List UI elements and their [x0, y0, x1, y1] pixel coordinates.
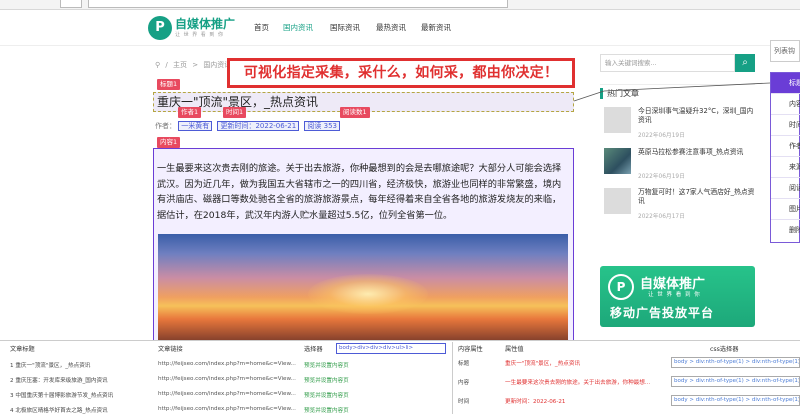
row-preview-button[interactable]: 预览并设置内容页 [304, 406, 444, 414]
field-item-delete[interactable]: 删除 [771, 220, 800, 241]
attr-name: 内容 [458, 380, 470, 386]
attr-value: 更新时间：2022-06-21 [505, 399, 566, 405]
hot-article-title[interactable]: 今日深圳事气温疑升32°C，深圳_国内资讯 [638, 107, 756, 125]
row-preview-button[interactable]: 预览并设置内容页 [304, 391, 444, 399]
time-field-tag: 时间1 [223, 107, 247, 118]
row-title[interactable]: 2 重庆压塞：开发库来级旅游_国内资讯 [10, 376, 150, 384]
toolbar-button[interactable] [60, 0, 82, 8]
hot-article-title[interactable]: 万物复可时！这7家人气酒店好_热点资讯 [638, 188, 756, 206]
header-css-selector: css选择器 [710, 346, 739, 353]
header-selector: 选择器 [304, 346, 323, 353]
hot-article-title[interactable]: 英原马拉松参赛注意事项_热点资讯 [638, 148, 756, 157]
ad-headline: 移动广告投放平台 [610, 306, 715, 320]
field-item-title[interactable]: 标题 [771, 73, 800, 94]
row-title[interactable]: 3 中国重庆第十届博影旅游节发_热点资讯 [10, 391, 150, 399]
hot-article-date: 2022年06月19日 [638, 174, 685, 180]
field-item-image[interactable]: 图片 [771, 199, 800, 220]
row-title[interactable]: 1 重庆一"顶流"景区，_热点资讯 [10, 361, 150, 369]
list-selector-input[interactable]: body>div>div>div>ul>li> [336, 343, 446, 354]
site-logo-text[interactable]: 自媒体推广 [175, 15, 235, 32]
views-field-tag: 阅读数1 [340, 107, 370, 118]
field-item-views[interactable]: 阅读 [771, 178, 800, 199]
field-item-source[interactable]: 来源 [771, 157, 800, 178]
ad-banner[interactable]: P 自媒体推广 让 世 界 看 到 你 移动广告投放平台 [600, 266, 755, 327]
site-logo-subtitle: 让 世 界 看 到 你 [175, 32, 224, 38]
row-link[interactable]: http://feijseo.com/index.php?m=home&c=Vi… [158, 376, 298, 382]
author-field-tag: 作者1 [178, 107, 202, 118]
css-selector-input[interactable]: body > div:nth-of-type(1) > div:nth-of-t… [671, 395, 800, 406]
author-value[interactable]: 一米黄有 [178, 121, 213, 131]
breadcrumb: ⚲ / 主页 > 国内资讯 [155, 61, 232, 69]
header-article-link: 文章链接 [158, 346, 183, 353]
css-selector-input[interactable]: body > div:nth-of-type(1) > div:nth-of-t… [671, 357, 800, 368]
row-preview-button[interactable]: 预览并设置内容页 [304, 361, 444, 369]
promo-banner: 可视化指定采集，采什么，如何采，都由你决定！ [227, 58, 575, 88]
hot-article-date: 2022年06月19日 [638, 133, 685, 139]
row-link[interactable]: http://feijseo.com/index.php?m=home&c=Vi… [158, 391, 298, 397]
ad-logo-icon: P [608, 274, 634, 300]
nav-domestic-news[interactable]: 国内资讯 [283, 22, 313, 33]
hot-article-item[interactable]: 英原马拉松参赛注意事项_热点资讯 2022年06月19日 [604, 148, 756, 186]
row-title[interactable]: 4 北极旅区晴格华好首去之路_热点资讯 [10, 406, 150, 414]
row-preview-button[interactable]: 预览并设置内容页 [304, 376, 444, 384]
header-content-attr: 内容属性 [458, 346, 483, 353]
row-link[interactable]: http://feijseo.com/index.php?m=home&c=Vi… [158, 406, 298, 412]
title-field-tag: 标题1 [157, 79, 181, 90]
css-selector-input[interactable]: body > div:nth-of-type(1) > div:nth-of-t… [671, 376, 800, 387]
nav-international-news[interactable]: 国际资讯 [330, 22, 360, 33]
content-field-tag: 内容1 [157, 137, 181, 148]
header-attr-value: 属性值 [505, 346, 524, 353]
thumbnail-image [604, 148, 631, 174]
attr-name: 标题 [458, 361, 470, 367]
thumbnail-image [604, 107, 631, 133]
author-label: 作者： [155, 122, 176, 130]
divider [600, 84, 755, 85]
nav-latest-news[interactable]: 最新资讯 [421, 22, 451, 33]
nav-home[interactable]: 首页 [254, 22, 269, 33]
attr-value: 重庆一"顶流"景区，_热点资讯 [505, 361, 581, 367]
article-meta: 作者： 一米黄有 更新时间：2022-06-21 阅读 353 [155, 121, 343, 131]
address-bar[interactable] [88, 0, 508, 8]
sidebar-search-input[interactable]: 输入关键词搜索... [600, 54, 735, 72]
list-hook-button[interactable]: 列表钩 [770, 40, 800, 62]
article-content: 一生最要来这次贵去刚的旅途。关于出去旅游，你种最想到的会是去哪旅途呢？大部分人可… [157, 163, 562, 221]
ad-slogan: 让 世 界 看 到 你 [648, 292, 701, 298]
search-icon[interactable]: ⌕ [735, 54, 755, 72]
field-list-panel: 标题 内容 时间 作者 来源 阅读 图片 删除 [770, 72, 800, 243]
article-image [158, 234, 568, 343]
hot-articles-heading: 热门文章 [600, 88, 639, 99]
header-article-title: 文章标题 [10, 346, 35, 353]
field-item-content[interactable]: 内容 [771, 94, 800, 115]
field-item-time[interactable]: 时间 [771, 115, 800, 136]
table-divider [452, 342, 453, 414]
nav-hot-news[interactable]: 最热资讯 [376, 22, 406, 33]
field-item-author[interactable]: 作者 [771, 136, 800, 157]
hot-article-item[interactable]: 今日深圳事气温疑升32°C，深圳_国内资讯 2022年06月19日 [604, 107, 756, 145]
hot-article-item[interactable]: 万物复可时！这7家人气酒店好_热点资讯 2022年06月17日 [604, 188, 756, 226]
browser-toolbar [0, 0, 800, 10]
attr-value: 一生最要来这次贵去刚的旅途。关于出去旅游，你种最想... [505, 380, 651, 386]
row-link[interactable]: http://feijseo.com/index.php?m=home&c=Vi… [158, 361, 298, 367]
attr-name: 时间 [458, 399, 470, 405]
breadcrumb-home[interactable]: 主页 [173, 61, 187, 69]
logo-icon[interactable]: P [148, 16, 172, 40]
views-value[interactable]: 阅读 353 [304, 121, 340, 131]
thumbnail-image [604, 188, 631, 214]
time-value[interactable]: 更新时间：2022-06-21 [217, 121, 300, 131]
hot-article-date: 2022年06月17日 [638, 214, 685, 220]
location-icon: ⚲ [155, 61, 161, 69]
